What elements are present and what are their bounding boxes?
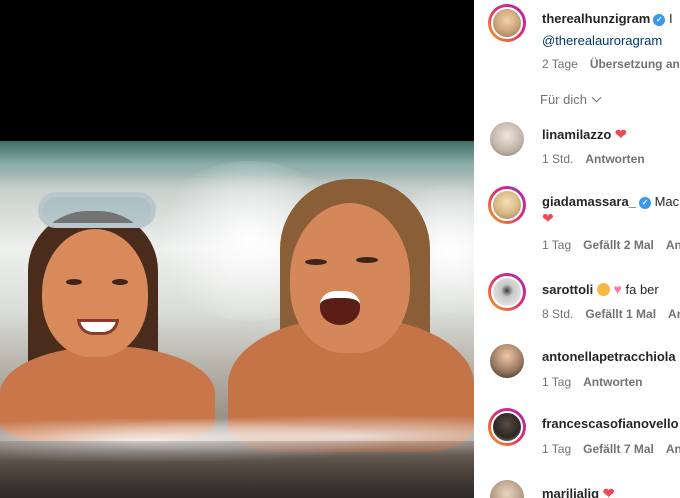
comment-username[interactable]: giadamassara_	[542, 194, 636, 209]
comment-line: sarottoli ♥ fa ber	[542, 281, 659, 297]
reply-button[interactable]: Antworten	[585, 152, 644, 166]
woman-mouth	[320, 291, 360, 325]
heart-emoji: ❤	[602, 485, 615, 498]
woman-face	[290, 203, 410, 353]
reply-button[interactable]: An	[666, 442, 680, 456]
caption-time[interactable]: 2 Tage	[542, 57, 578, 71]
reply-button[interactable]: An	[668, 307, 680, 321]
author-line: therealhunzigram ✓ I	[542, 11, 673, 26]
see-translation-link[interactable]: Übersetzung anz	[590, 57, 680, 71]
post-media	[0, 0, 474, 498]
comment-username[interactable]: marilialig	[542, 486, 599, 498]
comment-sort-dropdown[interactable]: Für dich	[540, 92, 602, 107]
comment-text: Mac	[654, 194, 680, 209]
likes-count[interactable]: Gefällt 1 Mal	[585, 307, 656, 321]
comment-meta: 1 Tag Gefällt 2 Mal An	[542, 238, 680, 252]
comment-line: francescasofianovello	[542, 416, 679, 431]
pink-heart-emoji: ♥	[613, 281, 622, 297]
heart-emoji: ❤	[542, 210, 554, 226]
comment-username[interactable]: francescasofianovello	[542, 416, 679, 431]
comment-time[interactable]: 1 Tag	[542, 375, 571, 389]
sort-label: Für dich	[540, 92, 587, 107]
comment-meta: 1 Tag Gefällt 7 Mal An	[542, 442, 680, 456]
comment-username[interactable]: linamilazzo	[542, 127, 611, 142]
comment-line: antonellapetracchiola	[542, 349, 676, 364]
comment-username[interactable]: sarottoli	[542, 282, 593, 297]
commenter-avatar[interactable]	[488, 408, 526, 446]
comment-meta: 1 Std. Antworten	[542, 152, 657, 166]
commenter-avatar[interactable]	[490, 344, 524, 378]
likes-count[interactable]: Gefällt 7 Mal	[583, 442, 654, 456]
comment-text: fa ber	[625, 282, 659, 297]
author-username[interactable]: therealhunzigram	[542, 11, 650, 26]
child-eye	[66, 279, 82, 285]
comment-line: linamilazzo ❤	[542, 126, 627, 143]
comment-time[interactable]: 1 Tag	[542, 442, 571, 456]
commenter-avatar[interactable]	[490, 122, 524, 156]
comment-line: giadamassara_ ✓ Mac	[542, 194, 679, 209]
pleading-face-emoji	[596, 283, 610, 296]
chevron-down-icon	[591, 92, 602, 103]
comment-time[interactable]: 1 Tag	[542, 238, 571, 252]
commenter-avatar[interactable]	[488, 186, 526, 224]
comment-meta: 8 Std. Gefällt 1 Mal An	[542, 307, 680, 321]
woman-eye	[305, 259, 327, 265]
child-eye	[112, 279, 128, 285]
child-face	[42, 229, 148, 357]
woman-eye	[356, 257, 378, 263]
water	[0, 441, 474, 498]
comment-username[interactable]: antonellapetracchiola	[542, 349, 676, 364]
author-avatar[interactable]	[488, 4, 526, 42]
comment-line: marilialig ❤	[542, 485, 614, 498]
comments-panel: therealhunzigram ✓ I @therealauroragram 2…	[474, 0, 680, 498]
commenter-avatar[interactable]	[488, 273, 526, 311]
comment-time[interactable]: 1 Std.	[542, 152, 573, 166]
commenter-avatar[interactable]	[490, 480, 524, 498]
comment-time[interactable]: 8 Std.	[542, 307, 573, 321]
verified-badge-icon: ✓	[638, 197, 651, 209]
likes-count[interactable]: Gefällt 2 Mal	[583, 238, 654, 252]
reply-button[interactable]: An	[666, 238, 680, 252]
reply-button[interactable]: Antworten	[583, 375, 642, 389]
swim-goggles	[38, 192, 156, 228]
comment-meta: 1 Tag Antworten	[542, 375, 654, 389]
caption-meta: 2 Tage Übersetzung anz	[542, 57, 680, 71]
post-photo[interactable]	[0, 141, 474, 498]
verified-badge-icon: ✓	[653, 14, 666, 26]
caption-mention-link[interactable]: @therealauroragram	[542, 33, 662, 48]
heart-emoji: ❤	[614, 126, 627, 142]
caption-text: I	[668, 11, 673, 26]
